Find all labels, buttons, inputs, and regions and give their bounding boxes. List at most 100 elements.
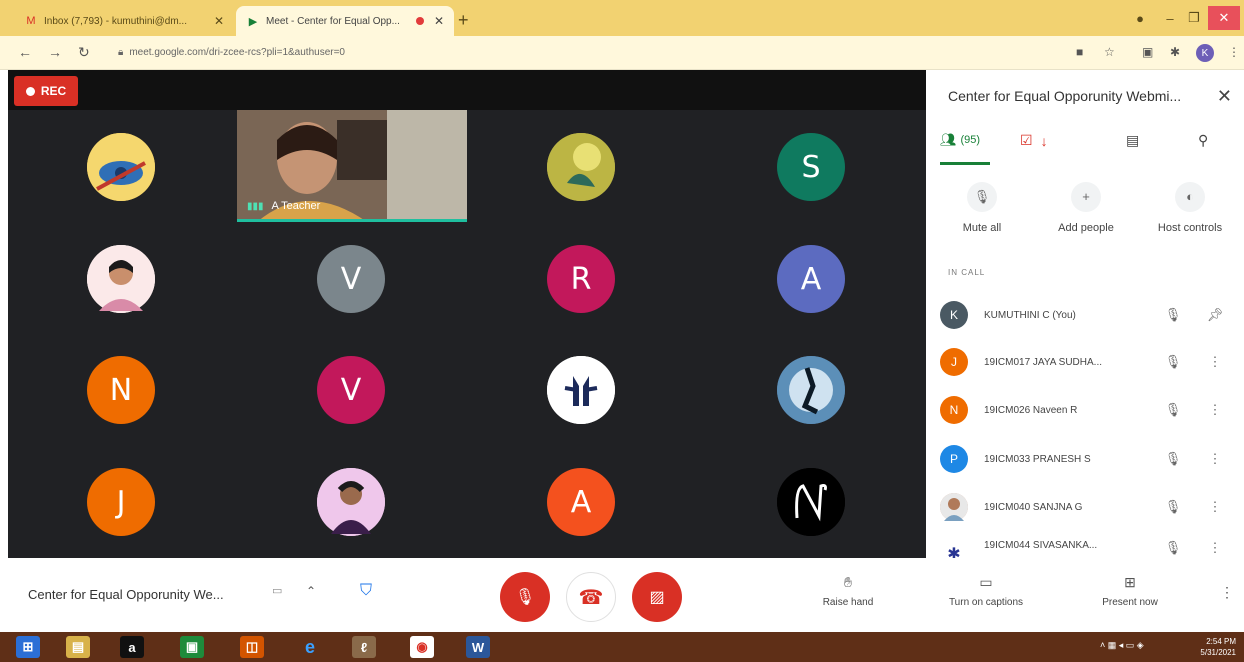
participant-avatar[interactable]: J	[87, 468, 155, 536]
close-tab-icon[interactable]: ✕	[214, 14, 224, 28]
pin-icon[interactable]: 📌︎	[1200, 307, 1230, 323]
more-options-icon[interactable]: ⋮	[1200, 499, 1230, 515]
start-icon[interactable]: ⊞	[16, 636, 40, 658]
internet-explorer-icon[interactable]: e	[298, 636, 322, 658]
participant-avatar[interactable]	[547, 356, 615, 424]
participant-name: 19ICM033 PRANESH S	[984, 453, 1091, 465]
camera-icon[interactable]: ■	[1076, 45, 1083, 59]
more-options-icon[interactable]: ⋮	[1220, 584, 1234, 601]
participant-avatar[interactable]	[547, 133, 615, 201]
system-tray-icons[interactable]: ˄ ▦ ◂ ▭ ◈	[1100, 640, 1144, 651]
participant-avatar[interactable]	[87, 245, 155, 313]
participant-avatar: K	[940, 301, 968, 329]
more-options-icon[interactable]: ⋮	[1200, 540, 1230, 556]
tab-chat[interactable]: ▤	[1126, 132, 1139, 149]
captions-badge-icon: ▭	[272, 585, 283, 597]
address-bar: ← → ↻ 🔒︎ meet.google.com/dri-zcee-rcs?pli…	[0, 36, 1244, 70]
tab-title: Inbox (7,793) - kumuthini@dm...	[44, 15, 187, 27]
tab-activities[interactable]: ⚲	[1198, 132, 1208, 149]
mute-all-button[interactable]: 🎙︎ Mute all	[932, 182, 1032, 234]
present-now-button[interactable]: ⊞ Present now	[1080, 574, 1180, 608]
participant-avatar[interactable]	[777, 468, 845, 536]
participant-row[interactable]: ✱ 19ICM044 SIVASANKA... 🎙︎ ⋮	[940, 540, 1230, 558]
browser-tab-bar: M Inbox (7,793) - kumuthini@dm... ✕ ▶ Me…	[0, 0, 1244, 36]
participant-avatar[interactable]: V	[317, 356, 385, 424]
letter-n-logo	[777, 468, 845, 536]
amazon-icon[interactable]: a	[120, 636, 144, 658]
reload-icon[interactable]: ↻	[78, 44, 90, 61]
participant-avatar[interactable]: A	[777, 245, 845, 313]
participant-avatar[interactable]	[87, 133, 155, 201]
people-panel: Center for Equal Opporunity Webmi... ✕ 👥…	[926, 70, 1244, 558]
new-tab-button[interactable]: +	[458, 10, 469, 31]
more-options-icon[interactable]: ⋮	[1200, 354, 1230, 370]
chat-icon: ▤	[1126, 132, 1140, 148]
extension-icon[interactable]: ▣	[1142, 45, 1153, 59]
featured-video-tile[interactable]: ▮▮▮ A Teacher	[237, 110, 467, 222]
tab-attendance[interactable]: ☑ ↓	[1020, 132, 1048, 149]
participant-avatar[interactable]: S	[777, 133, 845, 201]
chrome-icon[interactable]: ◉	[410, 636, 434, 658]
camera-off-icon: ▨	[649, 589, 665, 606]
participant-row[interactable]: 19ICM040 SANJNA G 🎙︎ ⋮	[940, 492, 1230, 522]
minimize-button[interactable]: –	[1158, 6, 1182, 30]
participant-avatar[interactable]: A	[547, 468, 615, 536]
window-close-button[interactable]: ✕	[1208, 6, 1240, 30]
recording-badge: REC	[14, 76, 78, 106]
captions-button[interactable]: ▭ Turn on captions	[936, 574, 1036, 608]
word-icon[interactable]: W	[466, 636, 490, 658]
tab-people[interactable]: 👥︎ (95)	[940, 132, 980, 148]
person-photo	[317, 468, 385, 536]
person-photo	[87, 245, 155, 313]
hand-icon: ✋︎	[844, 574, 852, 590]
download-arrow-icon: ↓	[1040, 132, 1048, 149]
star-icon[interactable]: ☆	[1104, 45, 1115, 59]
toggle-icon: ◐	[1175, 182, 1205, 212]
raise-hand-button[interactable]: ✋︎ Raise hand	[798, 574, 898, 608]
participant-avatar[interactable]: R	[547, 245, 615, 313]
browser-menu-icon[interactable]: ⋮	[1228, 45, 1240, 59]
url-field[interactable]: 🔒︎ meet.google.com/dri-zcee-rcs?pli=1&aut…	[118, 47, 345, 58]
account-icon[interactable]: ●	[1128, 6, 1152, 30]
tab-meet[interactable]: ▶ Meet - Center for Equal Opp... ✕	[236, 6, 454, 36]
tab-inbox[interactable]: M Inbox (7,793) - kumuthini@dm... ✕	[14, 6, 234, 36]
shield-icon[interactable]: ⛉	[360, 582, 380, 606]
people-count: (95)	[960, 134, 981, 146]
mic-toggle-button[interactable]: 🎙︎	[500, 572, 550, 622]
participant-row[interactable]: J 19ICM017 JAYA SUDHA... 🎙︎ ⋮	[940, 347, 1230, 377]
app-icon[interactable]: ℓ	[352, 636, 376, 658]
participant-avatar[interactable]: V	[317, 245, 385, 313]
participant-avatar	[940, 493, 968, 521]
close-icon[interactable]: ✕	[1217, 86, 1232, 107]
mute-all-label: Mute all	[962, 222, 1002, 234]
close-tab-icon[interactable]: ✕	[434, 14, 444, 28]
clock[interactable]: 2:54 PM 5/31/2021	[1200, 636, 1236, 658]
camera-toggle-button[interactable]: ▨	[632, 572, 682, 622]
participant-row[interactable]: N 19ICM026 Naveen R 🎙︎ ⋮	[940, 395, 1230, 425]
profile-avatar[interactable]: K	[1196, 44, 1214, 62]
host-controls-button[interactable]: ◐ Host controls	[1140, 182, 1240, 234]
participant-avatar[interactable]: N	[87, 356, 155, 424]
more-options-icon[interactable]: ⋮	[1200, 451, 1230, 467]
participant-avatar[interactable]	[317, 468, 385, 536]
file-explorer-icon[interactable]: ▤	[66, 636, 90, 658]
chevron-up-icon[interactable]: ⌃	[306, 584, 316, 598]
back-icon[interactable]: ←	[18, 44, 32, 60]
store-icon[interactable]: ▣	[180, 636, 204, 658]
speaking-icon: ▮▮▮	[247, 200, 264, 212]
app-icon[interactable]: ◫	[240, 636, 264, 658]
participant-row[interactable]: K KUMUTHINI C (You) 🎙︎ 📌︎	[940, 300, 1230, 330]
meeting-name[interactable]: Center for Equal Opporunity We...	[28, 587, 224, 602]
more-options-icon[interactable]: ⋮	[1200, 402, 1230, 418]
attendance-icon: ☑	[1020, 132, 1033, 148]
participant-row[interactable]: P 19ICM033 PRANESH S 🎙︎ ⋮	[940, 444, 1230, 474]
participant-avatar[interactable]	[777, 356, 845, 424]
meeting-stage: REC ▮▮▮ A Teacher S V R A N V J A	[8, 70, 926, 558]
restore-button[interactable]: ❐	[1182, 6, 1206, 30]
leave-call-button[interactable]: ☎	[566, 572, 616, 622]
speaking-border	[237, 219, 467, 222]
captions-icon: ▭	[979, 574, 993, 590]
add-people-button[interactable]: + Add people	[1036, 182, 1136, 234]
forward-icon[interactable]: →	[48, 44, 62, 60]
puzzle-icon[interactable]: ✱	[1170, 45, 1180, 59]
